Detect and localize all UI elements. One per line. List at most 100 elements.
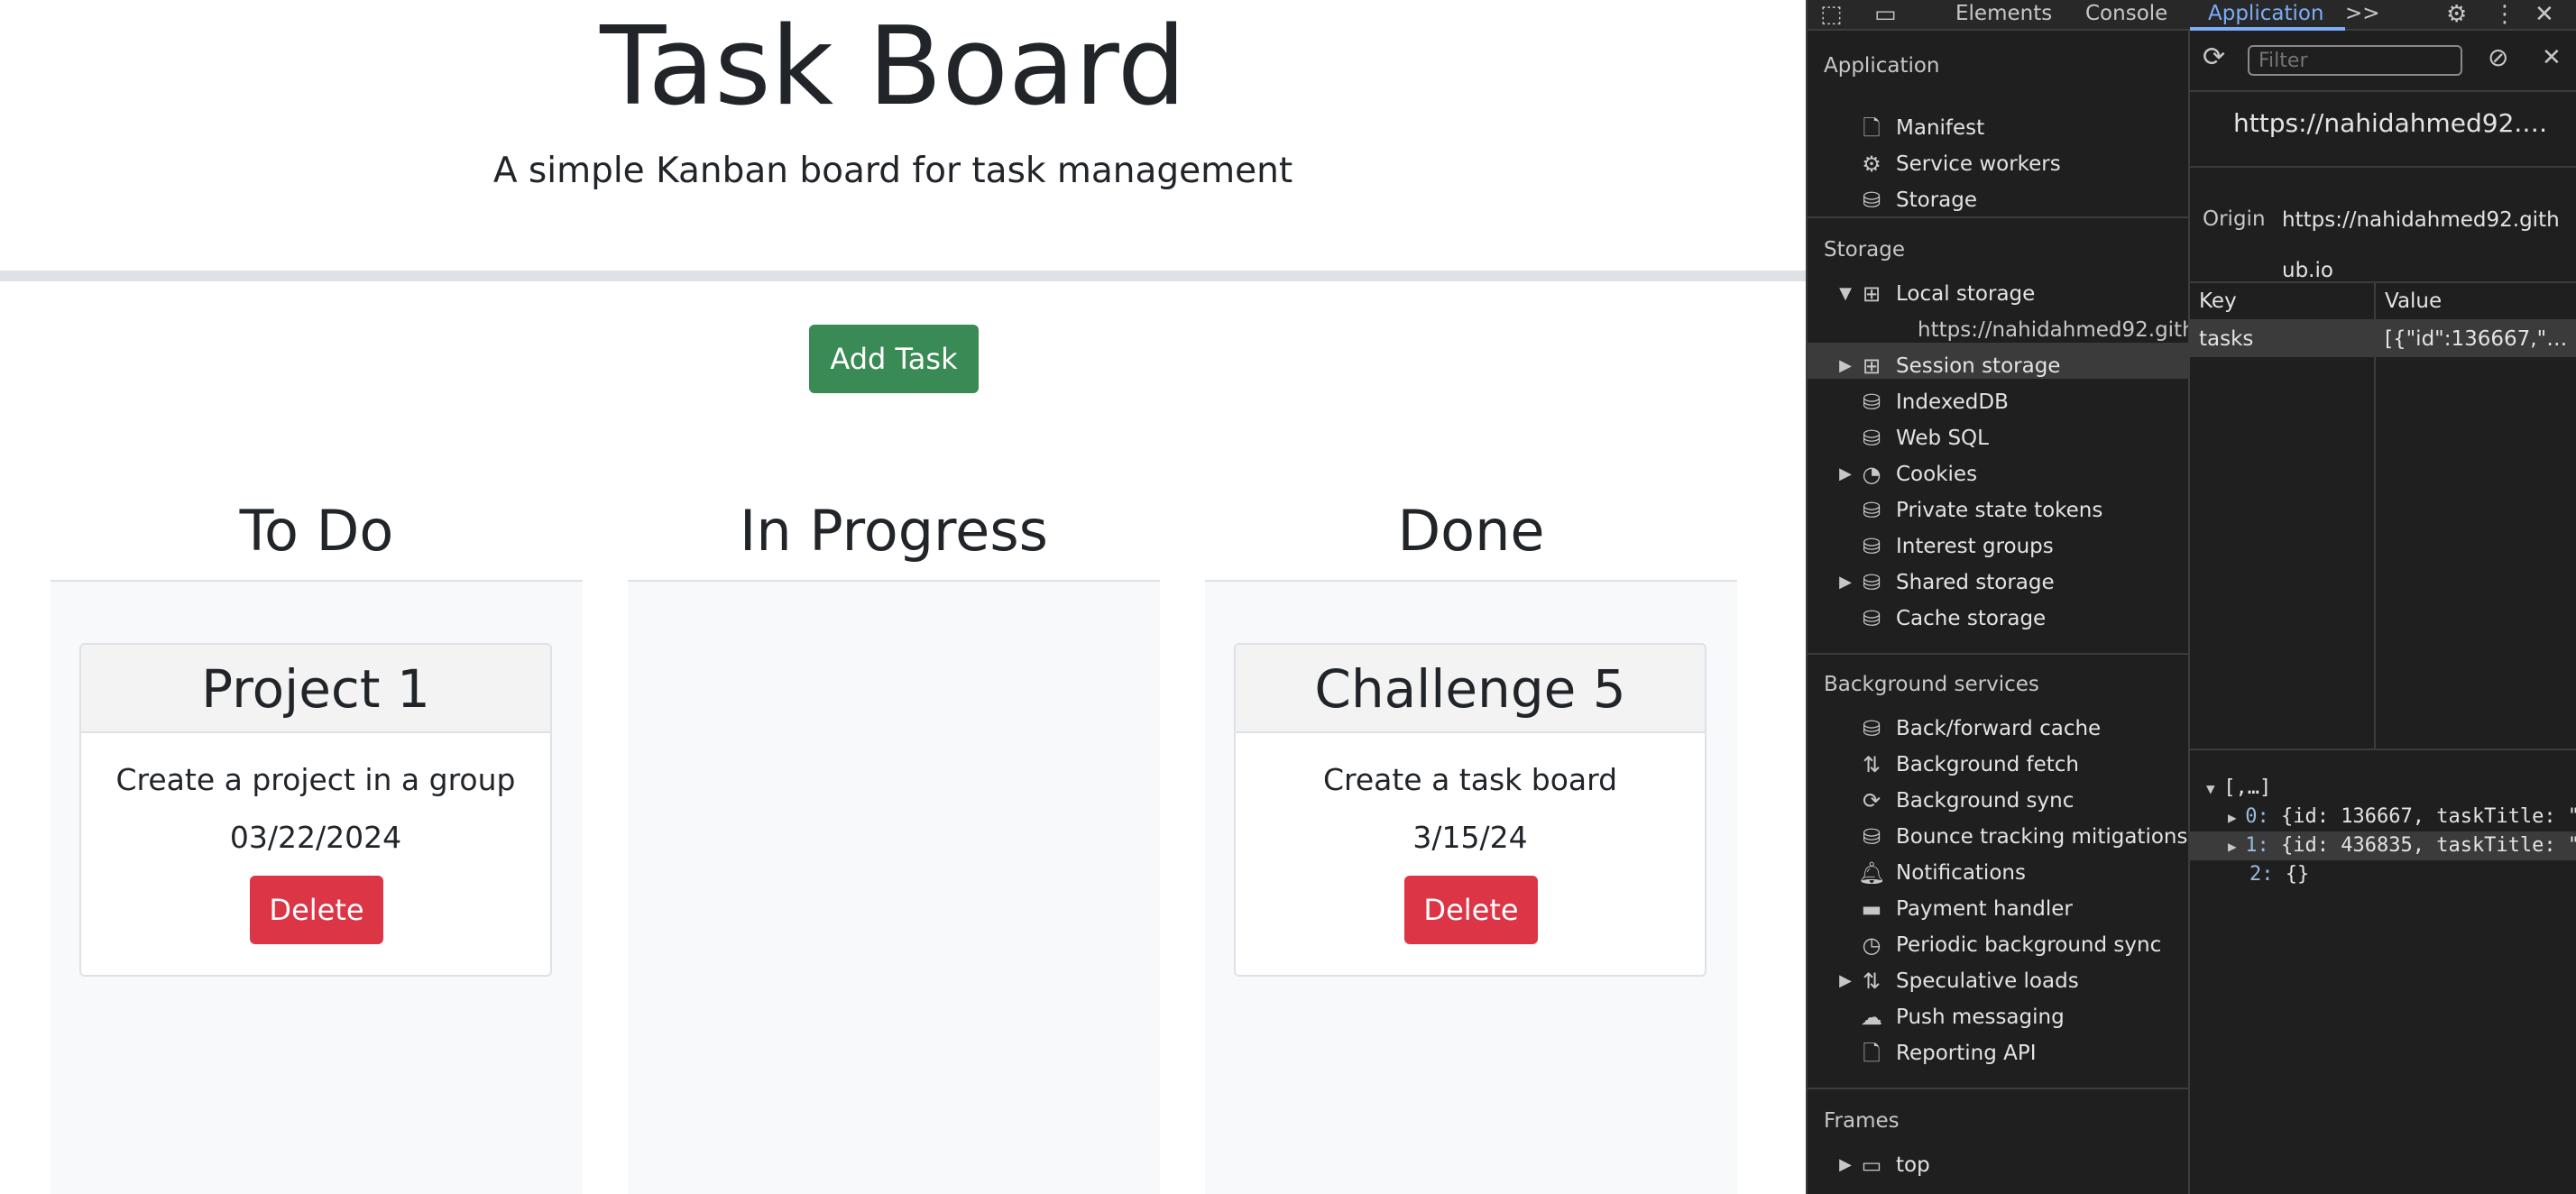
- cookie-icon: ◔: [1862, 462, 1881, 487]
- clock-icon: ◷: [1862, 932, 1881, 958]
- table-header-key[interactable]: Key: [2199, 283, 2237, 319]
- sidebar-item-shared-storage[interactable]: ▶ ⛁ Shared storage: [1839, 565, 2055, 601]
- credit-card-icon: ▬: [1861, 896, 1882, 922]
- sidebar-item-web-sql[interactable]: ⛁ Web SQL: [1863, 420, 1989, 456]
- tab-elements[interactable]: Elements: [1955, 0, 2052, 29]
- divider: [1808, 653, 2190, 655]
- task-card[interactable]: Project 1 Create a project in a group 03…: [79, 643, 552, 977]
- sidebar-item-speculative-loads[interactable]: ▶ ⇅ Speculative loads: [1839, 963, 2079, 999]
- more-options-icon[interactable]: ⋮: [2493, 0, 2516, 29]
- column-title: In Progress: [628, 481, 1160, 582]
- up-down-arrows-icon: ⇅: [1862, 752, 1881, 777]
- cloud-icon: ☁: [1861, 1005, 1882, 1030]
- sidebar-item-notifications[interactable]: 🔔︎ Notifications: [1858, 855, 2026, 891]
- inspect-element-icon[interactable]: ⬚: [1820, 0, 1843, 29]
- divider: [2190, 90, 2576, 92]
- sidebar-item-bounce-tracking[interactable]: ⛁ Bounce tracking mitigations: [1863, 819, 2188, 855]
- more-tabs-button[interactable]: >>: [2345, 0, 2380, 29]
- database-icon: ⛁: [1862, 606, 1881, 631]
- storage-table: Key Value tasks [{"id":136667,"…: [2190, 281, 2576, 750]
- divider: [1808, 216, 2190, 218]
- json-entry[interactable]: ▶ 0: {id: 136667, taskTitle: ": [2228, 803, 2576, 831]
- section-heading-frames: Frames: [1824, 1109, 1900, 1133]
- origin-url-title: https://nahidahmed92.…: [2233, 108, 2548, 138]
- sidebar-item-private-state-tokens[interactable]: ⛁ Private state tokens: [1863, 492, 2102, 528]
- sidebar-item-frame-top[interactable]: ▶ ▭ top: [1839, 1147, 1930, 1183]
- column-todo[interactable]: To Do Project 1 Create a project in a gr…: [51, 481, 583, 1194]
- sidebar-item-session-storage[interactable]: ▶ ⊞ Session storage: [1839, 348, 2060, 384]
- application-sidebar: Application 🗋 Manifest ⚙ Service workers ⛁…: [1808, 31, 2190, 1194]
- devtools-tabbar: ⬚ ▭ Elements Console Application >> ⚙ ⋮ …: [1808, 0, 2576, 31]
- sidebar-item-manifest[interactable]: 🗋 Manifest: [1863, 110, 1984, 146]
- column-in-progress[interactable]: In Progress: [628, 481, 1160, 1194]
- database-icon: ⛁: [1862, 390, 1881, 415]
- settings-gear-icon[interactable]: ⚙: [2446, 0, 2467, 29]
- collapsed-triangle-icon[interactable]: ▶: [1836, 348, 1854, 384]
- table-header-value[interactable]: Value: [2385, 283, 2442, 319]
- gears-icon: ⚙: [1862, 152, 1881, 177]
- collapsed-triangle-icon[interactable]: ▶: [1836, 456, 1854, 492]
- sidebar-item-service-workers[interactable]: ⚙ Service workers: [1862, 146, 2061, 182]
- table-cell-value[interactable]: [{"id":136667,"…: [2385, 321, 2574, 357]
- refresh-icon[interactable]: ⟳: [2203, 43, 2225, 72]
- task-card-date: 03/22/2024: [229, 820, 402, 855]
- database-icon: ⛁: [1862, 498, 1881, 523]
- device-toolbar-icon[interactable]: ▭: [1874, 0, 1897, 29]
- sidebar-item-indexeddb[interactable]: ⛁ IndexedDB: [1863, 384, 2009, 420]
- expanded-triangle-icon[interactable]: ▼: [1836, 276, 1854, 312]
- database-icon: ⛁: [1862, 716, 1881, 741]
- up-down-arrows-icon: ⇅: [1862, 969, 1881, 994]
- sidebar-item-background-sync[interactable]: ⟳ Background sync: [1863, 783, 2074, 819]
- table-icon: ⊞: [1862, 354, 1881, 379]
- tab-application[interactable]: Application: [2208, 0, 2324, 29]
- table-cell-key[interactable]: tasks: [2199, 321, 2370, 357]
- collapsed-triangle-icon[interactable]: ▶: [1836, 1147, 1854, 1183]
- json-entry[interactable]: ▶ 1: {id: 436835, taskTitle: ": [2228, 831, 2576, 860]
- sidebar-item-back-forward-cache[interactable]: ⛁ Back/forward cache: [1863, 711, 2101, 747]
- json-root[interactable]: ▼ [,…]: [2206, 774, 2271, 803]
- task-card[interactable]: Challenge 5 Create a task board 3/15/24 …: [1234, 643, 1707, 977]
- column-done[interactable]: Done Challenge 5 Create a task board 3/1…: [1205, 481, 1737, 1194]
- sidebar-item-reporting-api[interactable]: 🗋 Reporting API: [1863, 1035, 2036, 1071]
- header-divider: [0, 271, 1806, 281]
- task-card-title: Challenge 5: [1236, 645, 1705, 733]
- collapsed-triangle-icon[interactable]: ▶: [1836, 963, 1854, 999]
- delete-task-button[interactable]: Delete: [250, 876, 383, 944]
- delete-task-button[interactable]: Delete: [1404, 876, 1538, 944]
- column-title: Done: [1205, 481, 1737, 582]
- sidebar-item-periodic-background-sync[interactable]: ◷ Periodic background sync: [1863, 927, 2162, 963]
- clear-all-icon[interactable]: ⊘: [2488, 43, 2508, 72]
- divider: [1808, 1088, 2190, 1089]
- sidebar-item-payment-handler[interactable]: ▬ Payment handler: [1862, 891, 2073, 927]
- database-icon: ⛁: [1862, 188, 1881, 213]
- sidebar-item-background-fetch[interactable]: ⇅ Background fetch: [1863, 747, 2079, 783]
- database-icon: ⛁: [1862, 824, 1881, 850]
- database-icon: ⛁: [1862, 534, 1881, 559]
- webpage-viewport: Task Board A simple Kanban board for tas…: [0, 0, 1806, 1194]
- filter-input[interactable]: [2248, 45, 2462, 76]
- task-card-title: Project 1: [81, 645, 550, 733]
- sidebar-item-push-messaging[interactable]: ☁ Push messaging: [1861, 999, 2065, 1035]
- storage-view: ⟳ ⊘ ✕ https://nahidahmed92.… Origin http…: [2190, 31, 2576, 1194]
- task-card-date: 3/15/24: [1412, 820, 1528, 855]
- database-icon: ⛁: [1862, 426, 1881, 451]
- sidebar-item-local-storage[interactable]: ▼ ⊞ Local storage: [1839, 276, 2035, 312]
- json-entry[interactable]: 2: {}: [2249, 860, 2309, 889]
- section-heading-application: Application: [1824, 54, 1940, 78]
- frame-icon: ▭: [1861, 1153, 1882, 1178]
- page-title: Task Board: [600, 5, 1186, 130]
- tab-console[interactable]: Console: [2085, 0, 2167, 29]
- document-icon: 🗋: [1863, 1041, 1881, 1066]
- sidebar-item-storage[interactable]: ⛁ Storage: [1863, 182, 1977, 218]
- collapsed-triangle-icon[interactable]: ▶: [1836, 565, 1854, 601]
- database-icon: ⛁: [1862, 570, 1881, 595]
- sidebar-item-local-storage-origin[interactable]: ⊞https://nahidahmed92.github.io: [1918, 312, 2188, 348]
- delete-selected-icon[interactable]: ✕: [2542, 43, 2562, 72]
- divider: [2190, 166, 2576, 168]
- sidebar-item-interest-groups[interactable]: ⛁ Interest groups: [1863, 528, 2054, 565]
- sidebar-item-cache-storage[interactable]: ⛁ Cache storage: [1863, 601, 2046, 637]
- sidebar-item-cookies[interactable]: ▶ ◔ Cookies: [1839, 456, 1977, 492]
- task-card-description: Create a task board: [1322, 762, 1618, 797]
- close-devtools-icon[interactable]: ✕: [2535, 0, 2554, 29]
- add-task-button[interactable]: Add Task: [809, 325, 979, 393]
